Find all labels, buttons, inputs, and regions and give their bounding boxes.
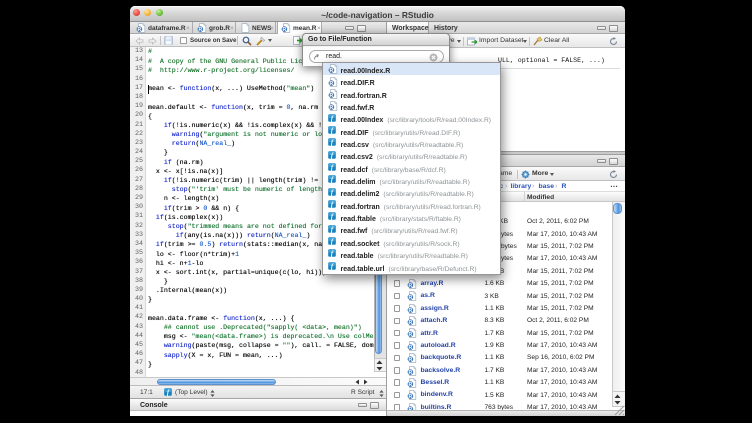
svg-text:R: R (409, 332, 413, 338)
svg-text:R: R (409, 283, 413, 289)
svg-text:R: R (409, 345, 413, 351)
svg-text:R: R (329, 68, 333, 74)
svg-text:R: R (329, 81, 333, 87)
svg-text:R: R (409, 382, 413, 388)
svg-text:R: R (329, 93, 333, 99)
svg-text:R: R (409, 370, 413, 376)
svg-text:R: R (409, 308, 413, 314)
svg-text:R: R (409, 295, 413, 301)
svg-text:R: R (409, 320, 413, 326)
svg-text:R: R (409, 357, 413, 363)
svg-text:R: R (138, 27, 142, 33)
svg-text:R: R (283, 27, 287, 33)
svg-text:R: R (199, 27, 203, 33)
svg-text:R: R (329, 105, 333, 111)
svg-text:R: R (409, 394, 413, 400)
